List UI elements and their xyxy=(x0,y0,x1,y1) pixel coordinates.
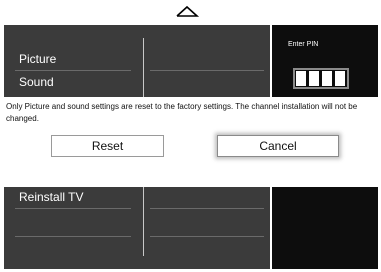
up-arrow-icon[interactable] xyxy=(174,4,200,18)
cancel-button[interactable]: Cancel xyxy=(217,135,339,157)
reset-button[interactable]: Reset xyxy=(51,135,164,157)
menu-separator xyxy=(15,70,131,71)
pin-digit-4[interactable] xyxy=(335,71,345,86)
menu-separator xyxy=(150,236,264,237)
reset-confirm-dialog: Only Picture and sound settings are rese… xyxy=(0,97,381,187)
menu-item-sound[interactable]: Sound xyxy=(19,75,54,89)
pin-title: Enter PIN xyxy=(288,41,319,48)
menu-item-reinstall-tv[interactable]: Reinstall TV xyxy=(19,190,83,204)
pin-digit-2[interactable] xyxy=(309,71,319,86)
dialog-message: Only Picture and sound settings are rese… xyxy=(6,102,358,123)
pin-digit-3[interactable] xyxy=(322,71,332,86)
menu-separator xyxy=(150,70,264,71)
menu-separator xyxy=(15,236,131,237)
menu-separator xyxy=(150,208,264,209)
menu-item-picture[interactable]: Picture xyxy=(19,52,56,66)
menu-separator xyxy=(15,208,131,209)
pin-digit-1[interactable] xyxy=(296,71,306,86)
